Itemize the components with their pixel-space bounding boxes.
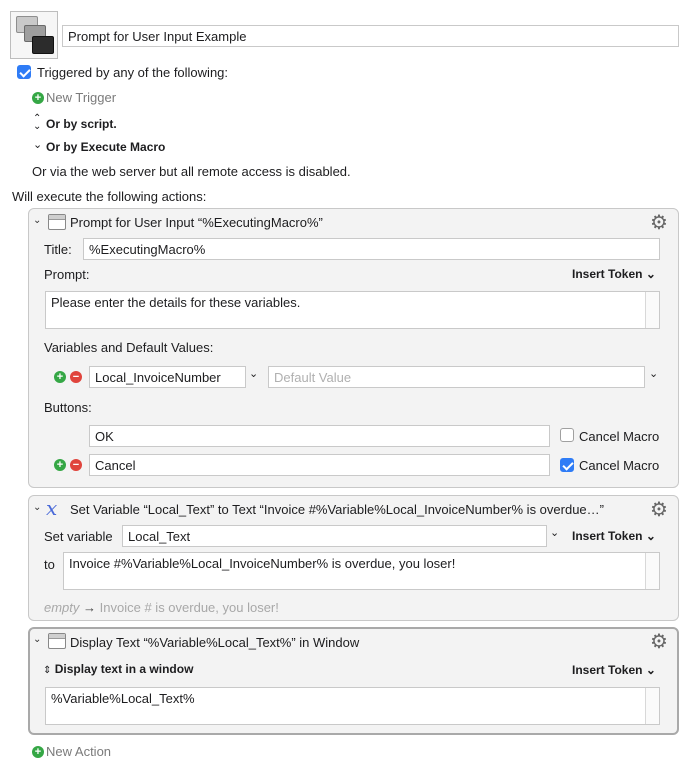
- display-textarea[interactable]: %Variable%Local_Text%: [45, 687, 660, 725]
- gear-icon[interactable]: ⚙: [650, 629, 668, 654]
- macro-name-input[interactable]: Prompt for User Input Example: [62, 25, 679, 47]
- chevron-down-icon: ⌄: [645, 267, 656, 281]
- web-server-note: Or via the web server but all remote acc…: [32, 164, 351, 179]
- chevron-down-icon[interactable]: ⌄: [33, 138, 42, 151]
- chevron-down-icon: ⌄: [645, 663, 656, 677]
- action-prompt-for-user-input[interactable]: ⌄ Prompt for User Input “%ExecutingMacro…: [28, 208, 679, 488]
- add-variable-icon[interactable]: +: [54, 371, 66, 383]
- new-trigger-plus-icon[interactable]: +: [32, 92, 44, 104]
- action-collapse-chevron-icon[interactable]: ⌄: [33, 215, 41, 226]
- display-mode-menu[interactable]: ⇕ Display text in a window: [43, 662, 193, 676]
- gear-icon[interactable]: ⚙: [650, 497, 668, 522]
- default-value-input[interactable]: Default Value: [268, 366, 645, 388]
- window-icon: [48, 633, 66, 649]
- preview-empty: empty: [44, 600, 80, 615]
- action-title: Display Text “%Variable%Local_Text%” in …: [70, 635, 360, 650]
- will-execute-label: Will execute the following actions:: [12, 189, 207, 204]
- variable-name-input[interactable]: Local_InvoiceNumber: [89, 366, 246, 388]
- chevron-down-icon: ⌄: [645, 529, 656, 543]
- updown-chevron-icon: ⇕: [43, 665, 52, 676]
- prompt-text: Please enter the details for these varia…: [51, 295, 301, 310]
- action-collapse-chevron-icon[interactable]: ⌄: [33, 502, 41, 513]
- action-title: Prompt for User Input “%ExecutingMacro%”: [70, 215, 323, 230]
- prompt-scrollbar[interactable]: [645, 292, 659, 328]
- new-trigger-link[interactable]: New Trigger: [46, 90, 116, 105]
- display-scrollbar[interactable]: [645, 688, 659, 724]
- button1-input[interactable]: OK: [89, 425, 550, 447]
- action-display-text[interactable]: ⌄ Display Text “%Variable%Local_Text%” i…: [28, 627, 679, 735]
- remove-variable-icon[interactable]: −: [70, 371, 82, 383]
- or-by-execute-label[interactable]: Or by Execute Macro: [46, 140, 165, 154]
- triggered-checkbox[interactable]: [17, 65, 31, 79]
- action-title: Set Variable “Local_Text” to Text “Invoi…: [70, 502, 604, 517]
- variables-label: Variables and Default Values:: [44, 340, 214, 355]
- or-by-script-label[interactable]: Or by script.: [46, 117, 117, 131]
- action-set-variable[interactable]: ⌄ x Set Variable “Local_Text” to Text “I…: [28, 495, 679, 621]
- insert-token-menu[interactable]: Insert Token ⌄: [572, 267, 656, 281]
- set-variable-input[interactable]: Local_Text: [122, 525, 547, 547]
- insert-token-label: Insert Token: [572, 267, 643, 281]
- insert-token-menu[interactable]: Insert Token ⌄: [572, 529, 656, 543]
- triggered-label: Triggered by any of the following:: [37, 65, 229, 80]
- button1-cancel-checkbox[interactable]: [560, 428, 574, 442]
- window-stack-icon-front: [32, 36, 54, 54]
- new-action-link[interactable]: New Action: [46, 744, 111, 759]
- to-textarea[interactable]: Invoice #%Variable%Local_InvoiceNumber% …: [63, 552, 660, 590]
- button1-cancel-label: Cancel Macro: [579, 429, 660, 444]
- add-button-icon[interactable]: +: [54, 459, 66, 471]
- default-value-placeholder: Default Value: [274, 370, 352, 385]
- preview-result: Invoice # is overdue, you loser!: [99, 600, 279, 615]
- button2-input[interactable]: Cancel: [89, 454, 550, 476]
- display-mode-label: Display text in a window: [54, 662, 194, 676]
- title-input[interactable]: %ExecutingMacro%: [83, 238, 660, 260]
- gear-icon[interactable]: ⚙: [650, 210, 668, 235]
- new-action-plus-icon[interactable]: +: [32, 746, 44, 758]
- variable-dropdown-chevron-icon[interactable]: ⌄: [249, 367, 258, 380]
- arrow-right-icon: →: [83, 600, 97, 615]
- preview-line: empty → Invoice # is overdue, you loser!: [44, 600, 279, 615]
- button2-cancel-label: Cancel Macro: [579, 458, 660, 473]
- window-icon: [48, 214, 66, 230]
- insert-token-label: Insert Token: [572, 529, 643, 543]
- variable-x-icon: x: [46, 496, 58, 520]
- buttons-label: Buttons:: [44, 400, 92, 415]
- to-text: Invoice #%Variable%Local_InvoiceNumber% …: [69, 556, 456, 571]
- button2-cancel-checkbox[interactable]: [560, 458, 574, 472]
- set-variable-label: Set variable: [44, 529, 113, 544]
- insert-token-menu[interactable]: Insert Token ⌄: [572, 663, 656, 677]
- remove-button-icon[interactable]: −: [70, 459, 82, 471]
- prompt-label: Prompt:: [44, 267, 90, 282]
- prompt-textarea[interactable]: Please enter the details for these varia…: [45, 291, 660, 329]
- to-scrollbar[interactable]: [645, 553, 659, 589]
- to-label: to: [44, 557, 55, 572]
- default-dropdown-chevron-icon[interactable]: ⌄: [649, 367, 658, 380]
- set-variable-chevron-icon[interactable]: ⌄: [550, 526, 559, 539]
- insert-token-label: Insert Token: [572, 663, 643, 677]
- display-text: %Variable%Local_Text%: [51, 691, 195, 706]
- updown-chevron-icon[interactable]: ⌃ ⌄: [33, 114, 41, 132]
- macro-icon[interactable]: [10, 11, 58, 59]
- action-collapse-chevron-icon[interactable]: ⌄: [33, 634, 41, 645]
- title-label: Title:: [44, 242, 72, 257]
